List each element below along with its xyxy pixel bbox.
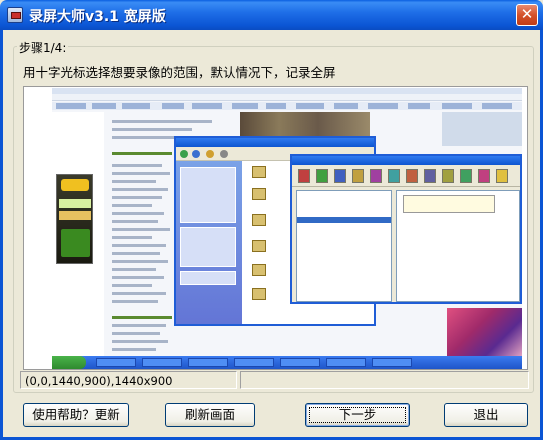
exit-button[interactable]: 退出 [444, 403, 528, 427]
help-update-button[interactable]: 使用帮助？更新 [23, 403, 129, 427]
window-title: 录屏大师v3.1 宽屏版 [29, 9, 166, 25]
refresh-screen-button[interactable]: 刷新画面 [165, 403, 255, 427]
instruction-text: 用十字光标选择想要录像的范围，默认情况下，记录全屏 [23, 65, 336, 80]
selection-region-readout: (0,0,1440,900),1440x900 [20, 371, 237, 389]
status-panel-secondary [240, 371, 529, 389]
step-label: 步骤1/4: [17, 39, 69, 56]
next-step-button[interactable]: 下一步 [305, 403, 410, 427]
title-bar[interactable]: 录屏大师v3.1 宽屏版 ✕ [0, 0, 543, 30]
preview-screenshot-image [52, 88, 522, 369]
app-icon [7, 7, 23, 23]
focus-ring [309, 407, 406, 423]
status-bar: (0,0,1440,900),1440x900 [20, 371, 529, 389]
close-button[interactable]: ✕ [516, 4, 538, 26]
screen-preview[interactable] [23, 86, 528, 370]
